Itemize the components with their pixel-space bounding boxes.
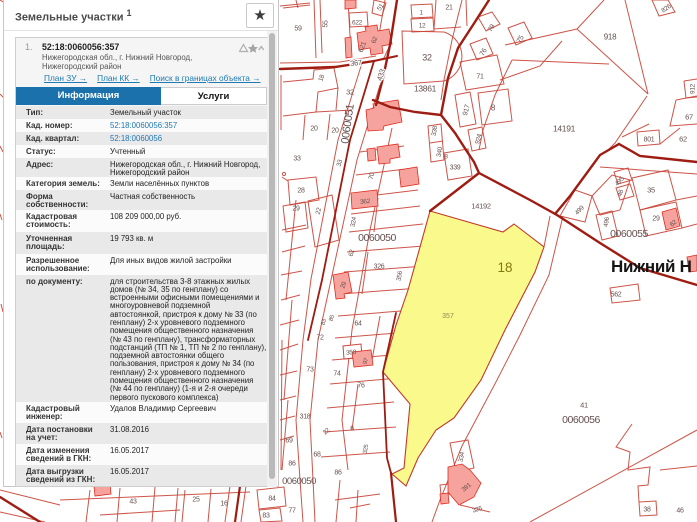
svg-text:29: 29 bbox=[652, 215, 660, 222]
svg-text:69: 69 bbox=[285, 437, 293, 444]
svg-text:16: 16 bbox=[220, 500, 228, 507]
svg-text:13861: 13861 bbox=[414, 83, 437, 93]
svg-text:84: 84 bbox=[268, 495, 276, 502]
svg-text:29: 29 bbox=[292, 205, 300, 212]
svg-text:367: 367 bbox=[350, 58, 363, 68]
svg-text:0060050: 0060050 bbox=[282, 476, 316, 487]
svg-text:76: 76 bbox=[357, 382, 365, 389]
svg-text:32: 32 bbox=[346, 87, 354, 96]
svg-text:Нижний Н: Нижний Н bbox=[611, 257, 692, 276]
svg-text:622: 622 bbox=[352, 19, 363, 26]
svg-text:73: 73 bbox=[306, 366, 314, 373]
svg-text:0060055: 0060055 bbox=[610, 228, 648, 240]
svg-text:362: 362 bbox=[360, 198, 371, 206]
svg-text:41: 41 bbox=[580, 400, 588, 409]
svg-text:14192: 14192 bbox=[471, 201, 490, 210]
svg-text:21: 21 bbox=[445, 4, 453, 11]
svg-text:74: 74 bbox=[333, 370, 341, 377]
svg-text:14191: 14191 bbox=[553, 123, 576, 133]
svg-text:20: 20 bbox=[310, 125, 318, 132]
svg-text:318: 318 bbox=[300, 413, 311, 420]
svg-text:86: 86 bbox=[334, 469, 342, 476]
svg-text:0060050: 0060050 bbox=[358, 232, 396, 244]
svg-text:86: 86 bbox=[288, 460, 296, 467]
svg-text:0060056: 0060056 bbox=[562, 414, 600, 426]
svg-text:35: 35 bbox=[647, 185, 655, 194]
svg-text:801: 801 bbox=[644, 136, 655, 143]
svg-text:46: 46 bbox=[676, 507, 684, 514]
svg-text:357: 357 bbox=[442, 313, 454, 320]
svg-text:71: 71 bbox=[476, 73, 484, 80]
svg-text:62: 62 bbox=[679, 134, 687, 143]
svg-text:6: 6 bbox=[350, 425, 354, 432]
svg-text:339: 339 bbox=[450, 164, 461, 171]
svg-text:72: 72 bbox=[316, 334, 324, 341]
svg-text:68: 68 bbox=[313, 451, 321, 458]
svg-text:912: 912 bbox=[689, 83, 696, 94]
svg-text:326: 326 bbox=[374, 263, 385, 270]
svg-text:67: 67 bbox=[685, 112, 693, 121]
svg-text:20: 20 bbox=[331, 127, 339, 134]
svg-text:64: 64 bbox=[354, 320, 362, 327]
svg-text:77: 77 bbox=[288, 507, 296, 514]
svg-text:18: 18 bbox=[497, 260, 512, 275]
svg-text:38: 38 bbox=[643, 506, 651, 513]
svg-text:562: 562 bbox=[611, 291, 622, 298]
svg-text:83: 83 bbox=[262, 512, 270, 519]
svg-text:55: 55 bbox=[322, 20, 329, 28]
svg-text:28: 28 bbox=[297, 187, 305, 194]
svg-text:25: 25 bbox=[192, 496, 200, 503]
svg-text:12: 12 bbox=[419, 22, 426, 29]
svg-text:358: 358 bbox=[346, 349, 357, 357]
svg-text:32: 32 bbox=[422, 52, 432, 62]
svg-text:918: 918 bbox=[604, 32, 617, 41]
svg-text:59: 59 bbox=[294, 25, 302, 32]
svg-text:33: 33 bbox=[293, 155, 301, 162]
svg-text:43: 43 bbox=[129, 498, 137, 505]
